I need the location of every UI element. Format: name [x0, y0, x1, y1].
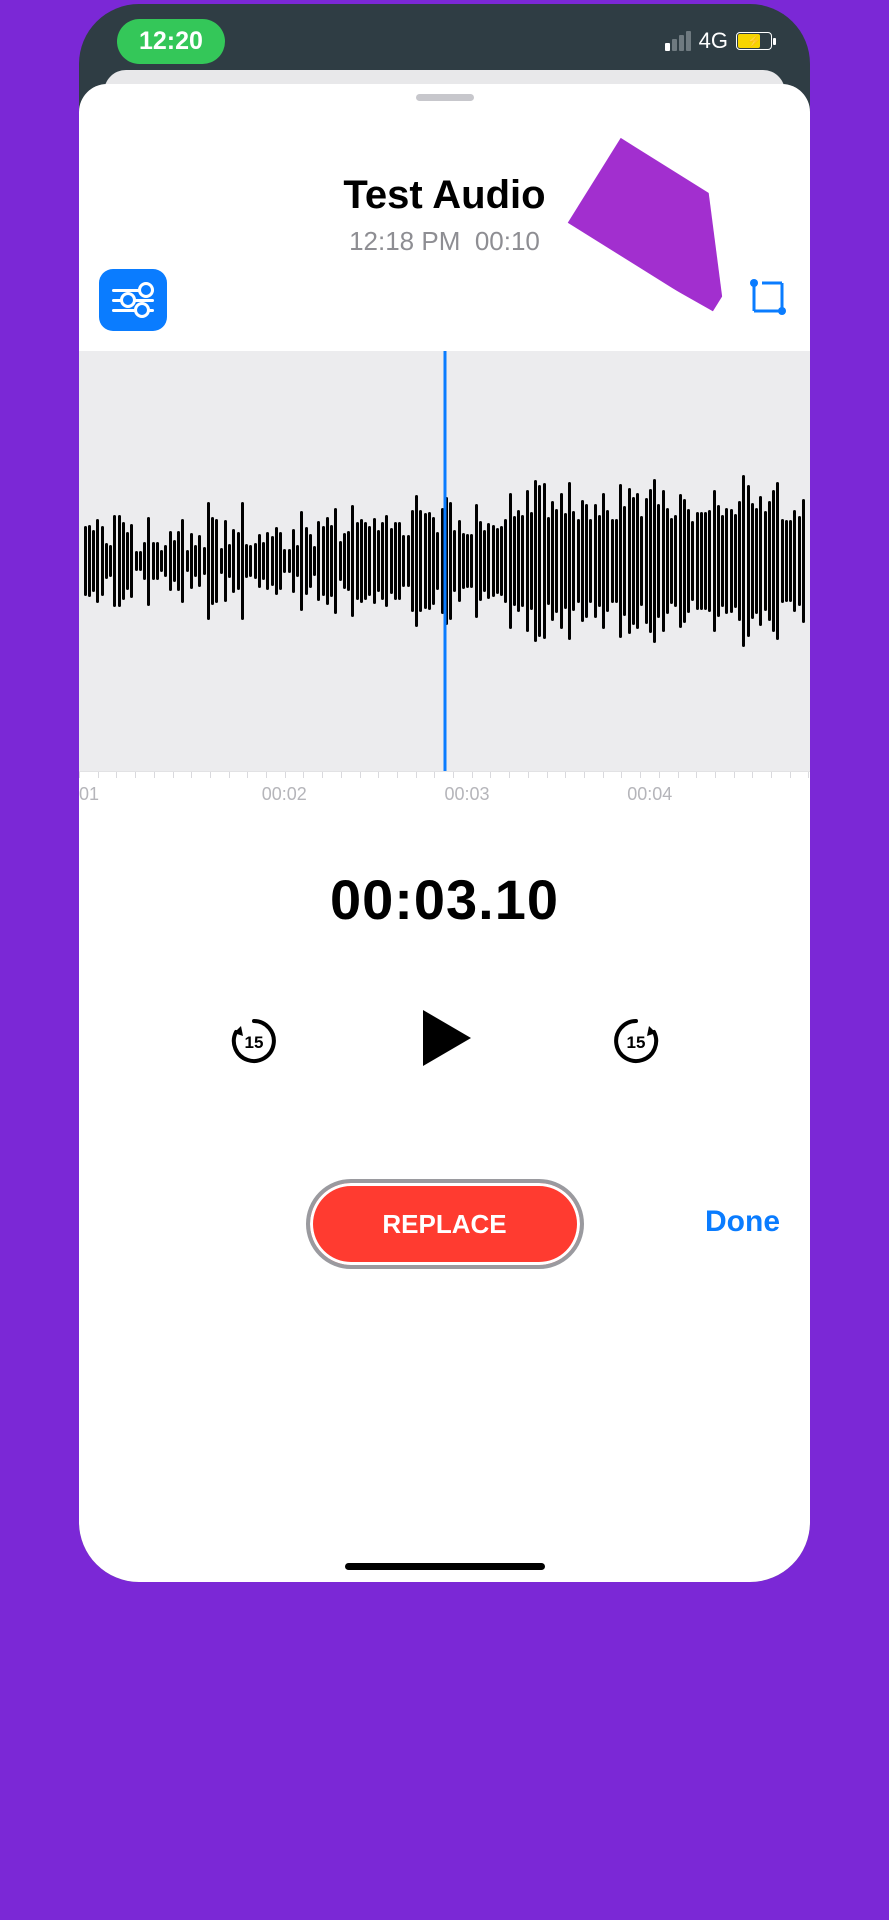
svg-text:15: 15 — [244, 1033, 263, 1052]
waveform-area[interactable]: 01 00:02 00:03 00:04 0 — [79, 351, 810, 811]
done-button[interactable]: Done — [705, 1205, 780, 1239]
cellular-signal-icon — [665, 31, 691, 51]
trim-button[interactable] — [748, 277, 788, 317]
sliders-icon — [112, 289, 154, 292]
time-ruler[interactable]: 01 00:02 00:03 00:04 0 — [79, 771, 810, 811]
play-icon — [409, 1002, 481, 1074]
play-button[interactable] — [409, 1002, 481, 1079]
skip-back-15-icon: 15 — [229, 1016, 279, 1066]
svg-text:15: 15 — [626, 1033, 645, 1052]
home-indicator[interactable] — [345, 1563, 545, 1570]
playhead[interactable] — [443, 351, 446, 771]
skip-forward-button[interactable]: 15 — [611, 1016, 661, 1066]
status-time-pill[interactable]: 12:20 — [117, 19, 225, 64]
replace-button[interactable]: REPLACE — [306, 1179, 584, 1269]
timecode-display: 00:03.10 — [79, 867, 810, 932]
skip-back-button[interactable]: 15 — [229, 1016, 279, 1066]
status-bar: 12:20 4G ⚡ — [79, 4, 810, 78]
recording-title[interactable]: Test Audio — [79, 173, 810, 218]
sheet-grabber[interactable] — [416, 94, 474, 101]
recorded-time: 12:18 PM — [349, 226, 460, 256]
playback-settings-button[interactable] — [99, 269, 167, 331]
skip-forward-15-icon: 15 — [611, 1016, 661, 1066]
recording-duration: 00:10 — [475, 226, 540, 256]
network-label: 4G — [699, 28, 728, 54]
battery-icon: ⚡ — [736, 32, 772, 50]
edit-sheet: Test Audio 12:18 PM 00:10 — [79, 84, 810, 1582]
status-right: 4G ⚡ — [665, 28, 772, 54]
crop-icon — [748, 277, 788, 317]
